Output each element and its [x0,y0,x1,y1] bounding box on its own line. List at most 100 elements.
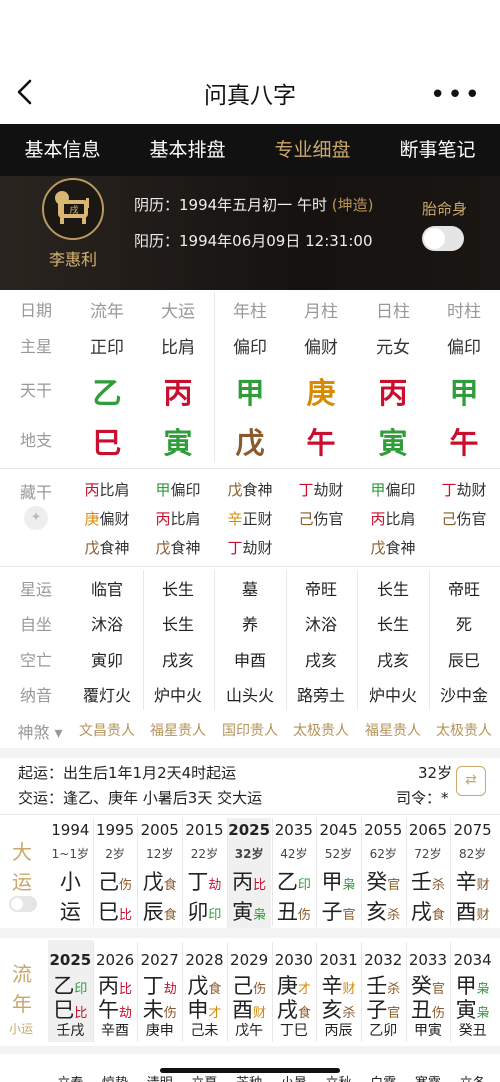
dayun-year[interactable]: 2025 [227,821,272,839]
branch-char: 午 [98,998,120,1022]
xiaoyun-ganzhi: 辛酉 [101,1023,130,1039]
hidden-stem: 丙 [84,481,100,499]
shensha-value[interactable]: 太极贵人 [285,720,357,740]
row-label: 天干 [19,381,52,400]
xiaoyun-ganzhi: 壬戌 [56,1023,85,1039]
canggan-item: 戊食神 [71,537,143,558]
hidden-stem: 丁 [227,539,243,557]
more-icon[interactable]: ••• [430,80,482,110]
info-value: 山头火 [225,686,274,705]
row-divider [0,468,500,469]
dayun-year[interactable]: 2075 [450,821,495,839]
dayun-age: 72岁 [414,847,442,861]
liunian-year[interactable]: 2028 [182,951,227,969]
lunar-date-text: 阴历：1994年五月初一 午时 [134,196,327,214]
dayun-label-top: 大 [12,840,32,864]
dayun-branch: 子官 [316,896,361,926]
shensha-value[interactable]: 福星贵人 [357,720,429,740]
siling: 司令：* [396,789,449,807]
liunian-year[interactable]: 2030 [272,951,317,969]
canggan-item: 丙比肩 [142,508,214,529]
tai-ming-shen-toggle[interactable] [422,226,464,251]
branch-god: 食 [163,908,177,923]
hidden-stem: 戊 [227,481,243,499]
branch-char: 卯 [187,900,209,924]
shensha-label[interactable]: 神煞 ▾ [10,719,70,743]
branch-char: 未 [142,998,164,1022]
section-gap [0,1046,500,1054]
branch-char: 丑 [410,998,432,1022]
xiaoyun-ganzhi: 癸丑 [458,1023,487,1039]
solar-term: 立秋 [316,1072,361,1082]
liunian-year[interactable]: 2031 [316,951,361,969]
dayun-age: 62岁 [369,847,397,861]
pin-icon[interactable]: ✦ [24,506,48,530]
heavenly-stem: 庚 [306,376,336,410]
info-row-label: 空亡 [19,651,52,670]
canggan-item: 丙比肩 [71,479,143,500]
info-row-label: 纳音 [19,686,52,705]
liunian-label-top: 流 [12,962,32,986]
column-divider [214,292,215,462]
info-value: 沐浴 [90,615,123,634]
hidden-stem-god: 食神 [385,539,416,557]
tab-basic-chart[interactable]: 基本排盘 [125,124,250,176]
column-header: 时柱 [447,302,481,322]
tab-pro-chart[interactable]: 专业细盘 [250,124,375,176]
branch-char: 巳 [53,998,75,1022]
branch-god: 官 [342,908,356,923]
shensha-value[interactable]: 文昌贵人 [71,720,143,740]
dayun-year[interactable]: 2055 [361,821,406,839]
stem-char: 丙 [232,870,254,894]
solar-term: 芒种 [227,1072,272,1082]
stem-char: 甲 [321,870,343,894]
dayun-branch: 戌食 [406,896,451,926]
dayun-year[interactable]: 2065 [406,821,451,839]
stem-god: 食 [163,878,177,893]
liunian-year[interactable]: 2027 [137,951,182,969]
row-divider [0,814,500,815]
shensha-value[interactable]: 国印贵人 [214,720,286,740]
dayun-year[interactable]: 2015 [182,821,227,839]
shensha-value[interactable]: 福星贵人 [142,720,214,740]
stem-god: 伤 [119,878,133,893]
liunian-year[interactable]: 2029 [227,951,272,969]
liunian-year[interactable]: 2034 [450,951,495,969]
dayun-year[interactable]: 2005 [137,821,182,839]
hidden-stem-god: 劫财 [456,481,487,499]
tab-basic-info[interactable]: 基本信息 [0,124,125,176]
info-value: 死 [455,615,472,634]
tab-notes[interactable]: 断事笔记 [375,124,500,176]
dayun-year[interactable]: 2035 [272,821,317,839]
column-divider [142,570,144,710]
dayun-xiaoyun: 小 [59,870,81,894]
liunian-label-bottom: 年 [12,992,32,1016]
shensha-value[interactable]: 太极贵人 [428,720,500,740]
branch-char: 亥 [366,900,388,924]
dayun-year[interactable]: 1995 [93,821,138,839]
branch-char: 子 [321,900,343,924]
hidden-stem-god: 劫财 [313,481,344,499]
page-title: 问真八字 [204,83,296,109]
liunian-year[interactable]: 2025 [48,951,93,969]
dayun-year[interactable]: 1994 [48,821,93,839]
stem-char: 戊 [142,870,164,894]
hidden-stem-god: 劫财 [242,539,273,557]
hidden-stem-god: 食神 [242,481,273,499]
branch-god: 伤 [297,908,311,923]
liunian-year[interactable]: 2033 [406,951,451,969]
xiaoyun-ganzhi: 乙卯 [369,1023,398,1039]
hidden-stem: 丁 [441,481,457,499]
branch-god: 劫 [119,1006,133,1021]
hidden-stem-god: 偏财 [99,510,130,528]
dayun-year[interactable]: 2045 [316,821,361,839]
liunian-year[interactable]: 2032 [361,951,406,969]
xiaoyun-ganzhi: 丁巳 [279,1023,308,1039]
hidden-stem: 戊 [155,539,171,557]
liunian-year[interactable]: 2026 [93,951,138,969]
branch-char: 丑 [276,900,298,924]
qiyun-line1: 起运：出生后1年1月2天4时起运 [18,764,237,782]
gender-tag: (坤造) [331,196,374,214]
calendar-swap-icon[interactable]: ⇄ [456,766,486,796]
main-star: 元女 [376,338,410,358]
